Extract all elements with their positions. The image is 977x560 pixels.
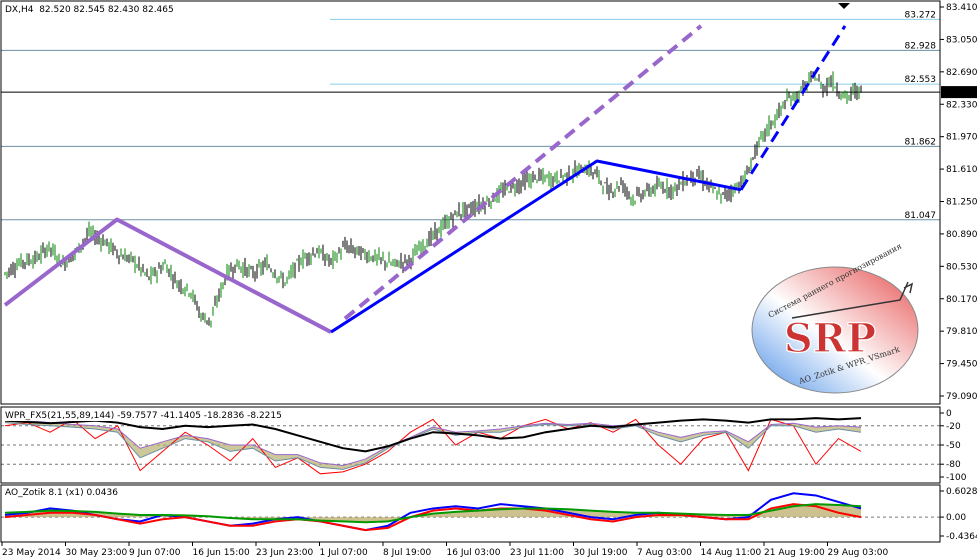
time-tick-label: 30 Jul 19:00 — [574, 548, 628, 558]
wpr-tick-label: -50 — [946, 441, 961, 451]
ohlc-values: 82.520 82.545 82.430 82.465 — [39, 5, 174, 15]
ao-tick-label: 0.00 — [946, 513, 966, 523]
price-tick-label: 79.810 — [946, 327, 977, 337]
wpr-panel[interactable] — [1, 417, 940, 475]
time-tick-label: 23 Jul 11:00 — [510, 548, 564, 558]
level-label: 81.047 — [905, 211, 937, 221]
time-tick-label: 29 Aug 03:00 — [828, 548, 889, 558]
price-tick-label: 80.890 — [946, 230, 977, 240]
time-tick-label: 16 Jun 15:00 — [193, 548, 250, 558]
price-tick-label: 83.050 — [946, 35, 977, 45]
trend-line — [3, 217, 332, 334]
time-tick-label: 30 May 23:00 — [66, 548, 128, 558]
ao-series-blue — [4, 492, 862, 532]
price-tick-label: 80.530 — [946, 262, 977, 272]
current-price-label: 82.465 — [944, 88, 976, 98]
time-tick-label: 14 Aug 11:00 — [701, 548, 762, 558]
ao-panel[interactable] — [1, 492, 940, 532]
time-tick-label: 23 May 2014 — [2, 548, 61, 558]
price-tick-label: 83.410 — [946, 3, 977, 13]
time-tick-label: 1 Jul 07:00 — [320, 548, 369, 558]
time-tick-label: 7 Aug 03:00 — [637, 548, 692, 558]
ao-header: AO_Zotik 8.1 (x1) 0.0436 — [5, 488, 118, 498]
price-tick-label: 81.610 — [946, 165, 977, 175]
price-tick-label: 82.690 — [946, 68, 977, 78]
level-label: 83.272 — [905, 10, 937, 20]
symbol-timeframe: DX,H4 — [5, 5, 34, 15]
wpr-tick-label: -100 — [946, 473, 967, 483]
srp-logo: SRPСистема раннего прогнозированияAO_Zot… — [751, 242, 919, 394]
price-tick-label: 79.090 — [946, 392, 977, 402]
price-tick-label: 79.450 — [946, 360, 977, 370]
ao-tick-label: -0.4364 — [946, 532, 977, 542]
price-tick-label: 82.330 — [946, 100, 977, 110]
time-tick-label: 16 Jul 03:00 — [447, 548, 501, 558]
chart-canvas[interactable]: 83.272 82.928 82.553 81.862 81.047 83.410 83.… — [0, 0, 977, 560]
time-tick-label: 21 Aug 19:00 — [764, 548, 825, 558]
time-tick-label: 8 Jul 19:00 — [383, 548, 432, 558]
time-tick-label: 9 Jun 07:00 — [129, 548, 181, 558]
shift-marker-icon — [838, 3, 850, 9]
wpr-tick-label: 0 — [946, 409, 952, 419]
time-tick-label: 23 Jun 23:00 — [256, 548, 313, 558]
wpr-tick-label: -20 — [946, 422, 961, 432]
wpr-tick-label: -80 — [946, 460, 961, 470]
wpr-header: WPR_FX5(21,55,89,144) -59.7577 -41.1405 … — [5, 411, 282, 421]
logo-text: SRP — [784, 315, 876, 362]
level-label: 82.553 — [905, 75, 937, 85]
level-label: 81.862 — [905, 137, 937, 147]
price-tick-label: 81.970 — [946, 133, 977, 143]
price-tick-label: 81.250 — [946, 198, 977, 208]
symbol-info: DX,H4 82.520 82.545 82.430 82.465 — [5, 5, 174, 15]
price-tick-label: 80.170 — [946, 295, 977, 305]
ao-tick-label: 0.6028 — [946, 487, 977, 497]
level-label: 82.928 — [905, 41, 937, 51]
